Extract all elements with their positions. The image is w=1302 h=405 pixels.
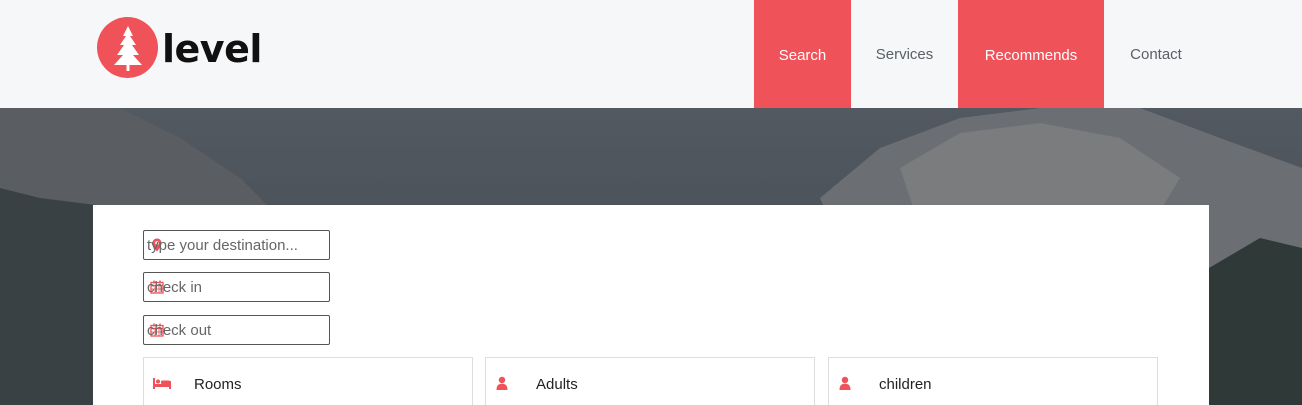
nav-services[interactable]: Services [851,0,958,108]
check-in-input[interactable] [144,273,329,301]
check-out-input[interactable] [144,316,329,344]
check-out-field[interactable] [143,315,330,345]
brand-name: level [162,26,262,71]
children-select[interactable]: children [828,357,1158,405]
adults-select[interactable]: Adults [485,357,815,405]
search-panel: Rooms Adults children [93,205,1209,405]
nav-recommends[interactable]: Recommends [958,0,1104,110]
pine-tree-icon [97,17,158,78]
nav-search[interactable]: Search [754,0,851,110]
check-in-field[interactable] [143,272,330,302]
logo[interactable]: level [97,17,262,78]
user-icon [496,376,508,390]
nav-contact[interactable]: Contact [1104,0,1208,108]
rooms-select[interactable]: Rooms [143,357,473,405]
children-label: children [879,376,932,393]
bed-icon [153,378,171,389]
destination-input[interactable] [144,231,329,259]
user-icon [839,376,851,390]
destination-field[interactable] [143,230,330,260]
rooms-label: Rooms [194,376,242,393]
adults-label: Adults [536,376,578,393]
site-header: level Search Services Recommends Contact [0,0,1302,110]
